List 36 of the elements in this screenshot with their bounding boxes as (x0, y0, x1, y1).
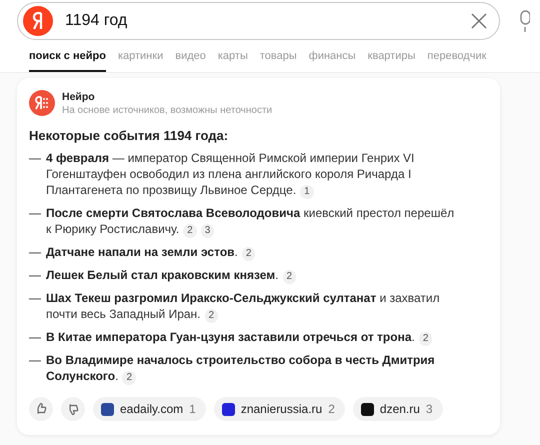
reference-badge[interactable]: 2 (418, 332, 432, 346)
neuro-logo-icon (29, 90, 55, 116)
event-text: Во Владимире началось строительство собора в честь Дмитрия Солунского. 2 (46, 352, 436, 385)
search-field[interactable]: 1194 год (17, 2, 500, 40)
logo-icon (23, 6, 53, 36)
source-chip[interactable]: znanierussia.ru 2 (214, 397, 345, 421)
microphone-icon[interactable] (520, 10, 530, 32)
bullet-dash: — (29, 244, 41, 261)
bullet-dash: — (29, 290, 41, 307)
bullet-dash: — (29, 329, 41, 346)
reference-badge[interactable]: 1 (300, 185, 314, 199)
bullet-dash: — (29, 267, 41, 284)
event-text: Датчане напали на земли эстов. 2 (46, 244, 256, 261)
reference-badge[interactable]: 2 (242, 247, 256, 261)
reference-badge[interactable]: 2 (204, 309, 218, 323)
event-text: 4 февраля — император Священной Римской империи Генрих VI Гогенштауфен освободил из плена английского короля Ричарда I Плантагенета по прозвищу Львиное Сердце. 1 (46, 150, 416, 199)
disclaimer: На основе источников, возможны неточности (62, 104, 272, 116)
source-title: Нейро (62, 90, 96, 102)
bullet-dash: — (29, 352, 41, 369)
source-chip[interactable]: eadaily.com 1 (93, 397, 206, 421)
event-text: В Китае императора Гуан-цзуня заставили отречься от трона. 2 (46, 329, 432, 346)
event-text: Лешек Белый стал краковским князем. 2 (46, 267, 296, 284)
like-button[interactable] (29, 397, 53, 421)
reference-badge[interactable]: 2 (282, 270, 296, 284)
bullet-dash: — (29, 205, 41, 222)
event-text: Шах Текеш разгромил Иракско-Сельджукский султанат и захватил почти весь Западный Иран. 2 (46, 290, 441, 323)
source-chip[interactable]: dzen.ru 3 (352, 397, 443, 421)
bullet-dash: — (29, 150, 41, 167)
search-input[interactable]: 1194 год (63, 11, 461, 31)
event-text: После смерти Святослава Всеволодовича киевский престол перешёл к Рюрику Ростиславичу. 2 3 (46, 205, 456, 238)
reference-badge[interactable]: 2 (183, 224, 197, 238)
answer-heading: Некоторые события 1194 года: (29, 128, 230, 143)
reference-badge[interactable]: 3 (200, 224, 214, 238)
close-icon[interactable] (471, 13, 487, 29)
reference-badge[interactable]: 2 (122, 371, 136, 385)
dislike-button[interactable] (61, 397, 85, 421)
